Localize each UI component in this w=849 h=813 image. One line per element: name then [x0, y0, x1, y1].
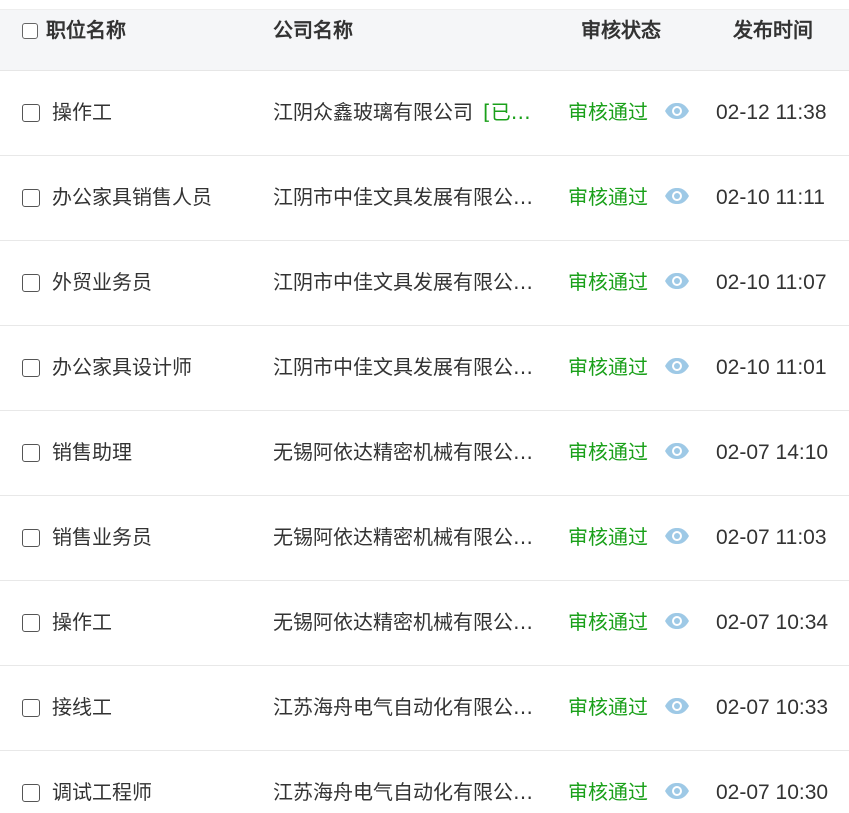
company-name[interactable]: 江阴众鑫玻璃有限公司 [已…	[273, 70, 545, 155]
company-name[interactable]: 无锡阿依达精密机械有限公…	[273, 495, 545, 580]
row-checkbox[interactable]	[22, 104, 40, 122]
row-checkbox[interactable]	[22, 189, 40, 207]
company-name[interactable]: 江阴市中佳文具发展有限公…	[273, 240, 545, 325]
eye-icon[interactable]	[664, 665, 692, 750]
review-status: 审核通过	[568, 270, 648, 294]
review-status: 审核通过	[568, 610, 648, 634]
row-checkbox[interactable]	[22, 529, 40, 547]
company-name[interactable]: 江阴市中佳文具发展有限公…	[273, 155, 545, 240]
row-checkbox[interactable]	[22, 444, 40, 462]
company-name-text: 无锡阿依达精密机械有限公…	[273, 610, 533, 634]
job-title-link[interactable]: 调试工程师	[52, 750, 262, 813]
table-row: 操作工 江阴众鑫玻璃有限公司 [已… 审核通过 02-12 11:38	[0, 70, 849, 156]
review-status: 审核通过	[568, 185, 648, 209]
publish-time: 02-07 10:33	[716, 696, 829, 719]
row-checkbox[interactable]	[22, 614, 40, 632]
company-name-text: 无锡阿依达精密机械有限公…	[273, 440, 533, 464]
company-name-text: 无锡阿依达精密机械有限公…	[273, 525, 533, 549]
eye-icon[interactable]	[664, 410, 692, 495]
company-name-text: 江苏海舟电气自动化有限公…	[273, 695, 533, 719]
company-name-text: 江阴市中佳文具发展有限公…	[273, 270, 533, 294]
company-name-text: 江阴市中佳文具发展有限公…	[273, 185, 533, 209]
job-list-table: 职位名称 公司名称 审核状态 发布时间 操作工 江阴众鑫玻璃有限公司 [已… 审核通过…	[0, 0, 849, 813]
row-checkbox[interactable]	[22, 699, 40, 717]
review-status: 审核通过	[568, 695, 648, 719]
eye-icon[interactable]	[664, 70, 692, 155]
eye-icon[interactable]	[664, 155, 692, 240]
publish-time: 02-07 11:03	[716, 526, 827, 549]
publish-time: 02-10 11:07	[716, 271, 827, 294]
eye-icon[interactable]	[664, 325, 692, 410]
eye-icon[interactable]	[664, 580, 692, 665]
company-status-tag: [已…	[483, 100, 531, 124]
company-name-text: 江阴市中佳文具发展有限公…	[273, 355, 533, 379]
header-status[interactable]: 审核状态	[581, 10, 661, 50]
publish-time: 02-07 14:10	[716, 441, 829, 464]
header-publish-time[interactable]: 发布时间	[733, 10, 813, 50]
row-checkbox[interactable]	[22, 274, 40, 292]
review-status: 审核通过	[568, 440, 648, 464]
publish-time: 02-10 11:01	[716, 356, 827, 379]
company-name[interactable]: 无锡阿依达精密机械有限公…	[273, 580, 545, 665]
review-status: 审核通过	[568, 780, 648, 804]
job-title-link[interactable]: 销售助理	[52, 410, 262, 495]
table-header: 职位名称 公司名称 审核状态 发布时间	[0, 9, 849, 71]
table-row: 操作工 无锡阿依达精密机械有限公… 审核通过 02-07 10:34	[0, 580, 849, 666]
table-row: 外贸业务员 江阴市中佳文具发展有限公… 审核通过 02-10 11:07	[0, 240, 849, 326]
table-row: 办公家具销售人员 江阴市中佳文具发展有限公… 审核通过 02-10 11:11	[0, 155, 849, 241]
company-name[interactable]: 江苏海舟电气自动化有限公…	[273, 750, 545, 813]
publish-time: 02-07 10:30	[716, 781, 829, 804]
review-status: 审核通过	[568, 525, 648, 549]
company-name-text: 江阴众鑫玻璃有限公司	[273, 100, 473, 124]
job-title-link[interactable]: 接线工	[52, 665, 262, 750]
table-row: 调试工程师 江苏海舟电气自动化有限公… 审核通过 02-07 10:30	[0, 750, 849, 813]
company-name[interactable]: 江阴市中佳文具发展有限公…	[273, 325, 545, 410]
job-title-link[interactable]: 办公家具设计师	[52, 325, 262, 410]
eye-icon[interactable]	[664, 240, 692, 325]
header-job-title[interactable]: 职位名称	[46, 10, 126, 50]
row-checkbox[interactable]	[22, 359, 40, 377]
table-row: 销售业务员 无锡阿依达精密机械有限公… 审核通过 02-07 11:03	[0, 495, 849, 581]
company-name[interactable]: 江苏海舟电气自动化有限公…	[273, 665, 545, 750]
publish-time: 02-07 10:34	[716, 611, 829, 634]
job-title-link[interactable]: 外贸业务员	[52, 240, 262, 325]
eye-icon[interactable]	[664, 750, 692, 813]
publish-time: 02-10 11:11	[716, 186, 825, 209]
select-all-checkbox[interactable]	[22, 23, 38, 39]
job-title-link[interactable]: 销售业务员	[52, 495, 262, 580]
company-name-text: 江苏海舟电气自动化有限公…	[273, 780, 533, 804]
table-row: 销售助理 无锡阿依达精密机械有限公… 审核通过 02-07 14:10	[0, 410, 849, 496]
table-row: 接线工 江苏海舟电气自动化有限公… 审核通过 02-07 10:33	[0, 665, 849, 751]
review-status: 审核通过	[568, 355, 648, 379]
table-row: 办公家具设计师 江阴市中佳文具发展有限公… 审核通过 02-10 11:01	[0, 325, 849, 411]
job-title-link[interactable]: 操作工	[52, 580, 262, 665]
job-title-link[interactable]: 办公家具销售人员	[52, 155, 262, 240]
eye-icon[interactable]	[664, 495, 692, 580]
company-name[interactable]: 无锡阿依达精密机械有限公…	[273, 410, 545, 495]
publish-time: 02-12 11:38	[716, 101, 827, 124]
review-status: 审核通过	[568, 100, 648, 124]
header-company[interactable]: 公司名称	[273, 10, 353, 50]
row-checkbox[interactable]	[22, 784, 40, 802]
job-title-link[interactable]: 操作工	[52, 70, 262, 155]
